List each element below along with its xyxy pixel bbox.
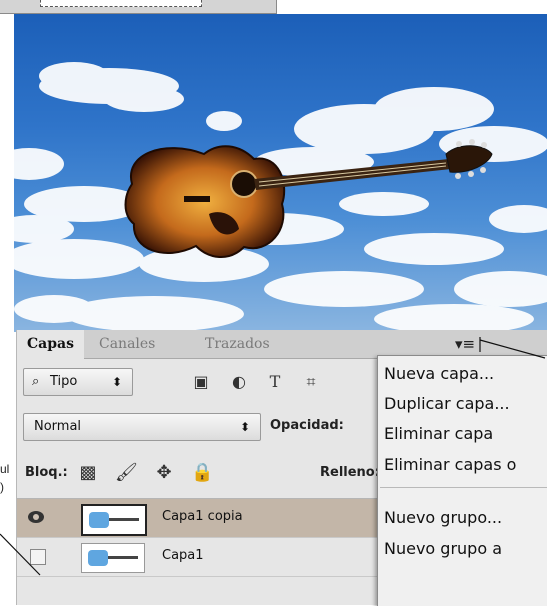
edge-text: ) — [0, 480, 4, 494]
menu-item-nuevo-grupo[interactable]: Nuevo grupo... — [384, 508, 502, 527]
eye-icon — [28, 511, 44, 523]
filter-kind-select[interactable]: ⌕ Tipo ⬍ — [23, 368, 133, 396]
fill-label: Relleno: — [320, 465, 380, 480]
layer-visibility-toggle[interactable] — [17, 499, 53, 537]
layer-thumbnail — [81, 543, 145, 573]
lock-label: Bloq.: — [25, 465, 68, 480]
layer-name: Capa1 — [162, 548, 204, 563]
type-filter-icon[interactable]: T — [265, 372, 285, 392]
up-down-arrows-icon: ⬍ — [111, 375, 122, 389]
menu-item-eliminar-capas-ocultas[interactable]: Eliminar capas o — [384, 455, 516, 474]
panel-menu-button[interactable]: ▾≡ — [450, 335, 480, 353]
lock-all-icon[interactable]: 🔒 — [191, 462, 213, 484]
menu-item-eliminar-capa[interactable]: Eliminar capa — [384, 424, 493, 443]
tab-canales[interactable]: Canales — [89, 330, 165, 358]
visibility-off-box — [30, 549, 46, 565]
opacity-label: Opacidad: — [270, 418, 344, 433]
layer-thumbnail — [81, 504, 147, 536]
lock-image-brush-icon[interactable]: 🖌 — [115, 462, 138, 484]
shape-filter-icon[interactable]: ⌗ — [301, 372, 321, 392]
tab-trazados[interactable]: Trazados — [195, 330, 280, 358]
layer-row[interactable]: Capa1 copia — [17, 499, 387, 538]
edge-text: ul — [0, 462, 10, 476]
search-icon: ⌕ — [32, 374, 40, 389]
blend-mode-value: Normal — [34, 419, 82, 434]
blend-mode-select[interactable]: Normal ⬍ — [23, 413, 261, 441]
menu-item-nuevo-grupo-a-partir-de-capas[interactable]: Nuevo grupo a — [384, 539, 502, 558]
canvas-image — [14, 62, 547, 332]
lock-transparency-icon[interactable]: ▩ — [77, 462, 99, 484]
panel-flyout-menu: Nueva capa... Duplicar capa... Eliminar … — [377, 355, 547, 606]
menu-item-duplicar-capa[interactable]: Duplicar capa... — [384, 394, 510, 413]
up-down-arrows-icon: ⬍ — [239, 420, 250, 434]
adjustment-filter-icon[interactable]: ◐ — [229, 372, 249, 392]
previous-dialog-remnant — [0, 0, 277, 14]
lock-position-icon[interactable]: ✥ — [153, 462, 175, 484]
layer-row[interactable]: Capa1 — [17, 538, 387, 577]
tab-capas[interactable]: Capas — [17, 330, 84, 359]
document-canvas[interactable] — [14, 14, 547, 332]
layer-name: Capa1 copia — [162, 509, 243, 524]
image-filter-icon[interactable]: ▣ — [191, 372, 211, 392]
menu-separator — [380, 487, 547, 488]
panel-menu-icon: ▾≡ — [454, 335, 476, 353]
layer-visibility-toggle[interactable] — [17, 538, 53, 576]
previous-dialog-field — [40, 0, 202, 7]
photoshop-workspace: Capas Canales Trazados ▾≡ ⌕ Tipo ⬍ ▣ ◐ T… — [0, 0, 547, 606]
filter-kind-label: Tipo — [50, 374, 78, 389]
menu-item-nueva-capa[interactable]: Nueva capa... — [384, 364, 494, 383]
